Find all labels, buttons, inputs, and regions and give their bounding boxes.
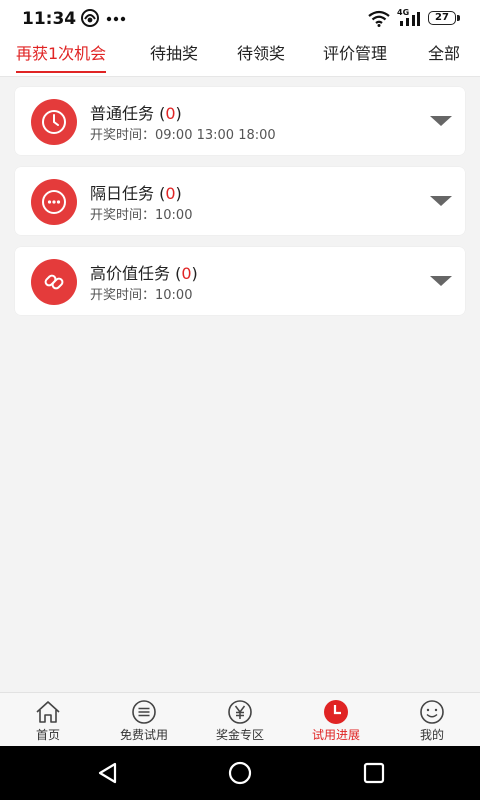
system-navigation-bar xyxy=(0,746,480,800)
task-card-next-day[interactable]: 隔日任务 (0) 开奖时间：10:00 xyxy=(15,167,465,235)
home-circle-icon[interactable] xyxy=(228,761,252,785)
more-notifications-icon xyxy=(106,16,126,22)
progress-clock-icon xyxy=(324,700,348,724)
home-icon xyxy=(36,701,60,723)
task-lottery-time: 开奖时间：10:00 xyxy=(90,208,193,223)
wifi-icon xyxy=(368,10,390,27)
task-name: 普通任务 xyxy=(90,104,155,123)
nav-label: 奖金专区 xyxy=(215,728,264,742)
bottom-navigation: 首页 免费试用 奖金专区 试用进展 我的 xyxy=(0,692,480,747)
task-title: 普通任务 (0) xyxy=(90,100,182,124)
smiley-icon xyxy=(420,700,444,724)
back-icon[interactable] xyxy=(96,761,120,785)
order-tabs: 再获1次机会 待抽奖 待领奖 评价管理 全部 xyxy=(0,38,480,77)
nav-label: 首页 xyxy=(35,728,60,742)
status-bar: 11:34 4G 27 xyxy=(0,0,480,38)
nav-mine[interactable]: 我的 xyxy=(384,693,480,747)
nav-trial-progress[interactable]: 试用进展 xyxy=(288,693,384,747)
expand-caret-icon[interactable] xyxy=(430,276,452,286)
tab-review-management[interactable]: 评价管理 xyxy=(323,38,387,74)
more-dots-icon xyxy=(31,179,77,225)
link-icon xyxy=(31,259,77,305)
task-name: 隔日任务 xyxy=(90,184,155,203)
signal-icon xyxy=(400,12,420,26)
nav-label: 免费试用 xyxy=(119,728,168,742)
tab-another-chance[interactable]: 再获1次机会 xyxy=(16,38,107,74)
task-name: 高价值任务 xyxy=(90,264,171,283)
nav-free-trial[interactable]: 免费试用 xyxy=(96,693,192,747)
task-count-open: ( xyxy=(154,184,166,203)
task-lottery-time: 开奖时间：09:00 13:00 18:00 xyxy=(90,128,276,143)
task-card-high-value[interactable]: 高价值任务 (0) 开奖时间：10:00 xyxy=(15,247,465,315)
task-count: 0 xyxy=(165,104,176,123)
clock-icon xyxy=(31,99,77,145)
task-count-close: ) xyxy=(175,104,182,123)
nav-bonus-zone[interactable]: 奖金专区 xyxy=(192,693,288,747)
recents-square-icon[interactable] xyxy=(362,761,386,785)
expand-caret-icon[interactable] xyxy=(430,196,452,206)
task-count: 0 xyxy=(165,184,176,203)
tab-pending-claim[interactable]: 待领奖 xyxy=(237,38,285,74)
task-count: 0 xyxy=(181,264,192,283)
battery-indicator: 27 xyxy=(428,11,460,25)
task-count-close: ) xyxy=(175,184,182,203)
task-count-close: ) xyxy=(191,264,198,283)
app-notification-icon xyxy=(81,9,99,27)
tab-pending-lottery[interactable]: 待抽奖 xyxy=(150,38,198,74)
task-lottery-time: 开奖时间：10:00 xyxy=(90,288,193,303)
nav-home[interactable]: 首页 xyxy=(0,693,96,747)
task-count-open: ( xyxy=(154,104,166,123)
expand-caret-icon[interactable] xyxy=(430,116,452,126)
task-title: 高价值任务 (0) xyxy=(90,260,198,284)
task-count-open: ( xyxy=(170,264,182,283)
yen-icon xyxy=(228,700,252,724)
task-title: 隔日任务 (0) xyxy=(90,180,182,204)
status-time: 11:34 xyxy=(22,9,77,29)
list-icon xyxy=(132,700,156,724)
nav-label: 试用进展 xyxy=(311,728,360,742)
tab-all[interactable]: 全部 xyxy=(428,38,460,74)
task-card-regular[interactable]: 普通任务 (0) 开奖时间：09:00 13:00 18:00 xyxy=(15,87,465,155)
nav-label: 我的 xyxy=(419,728,444,742)
